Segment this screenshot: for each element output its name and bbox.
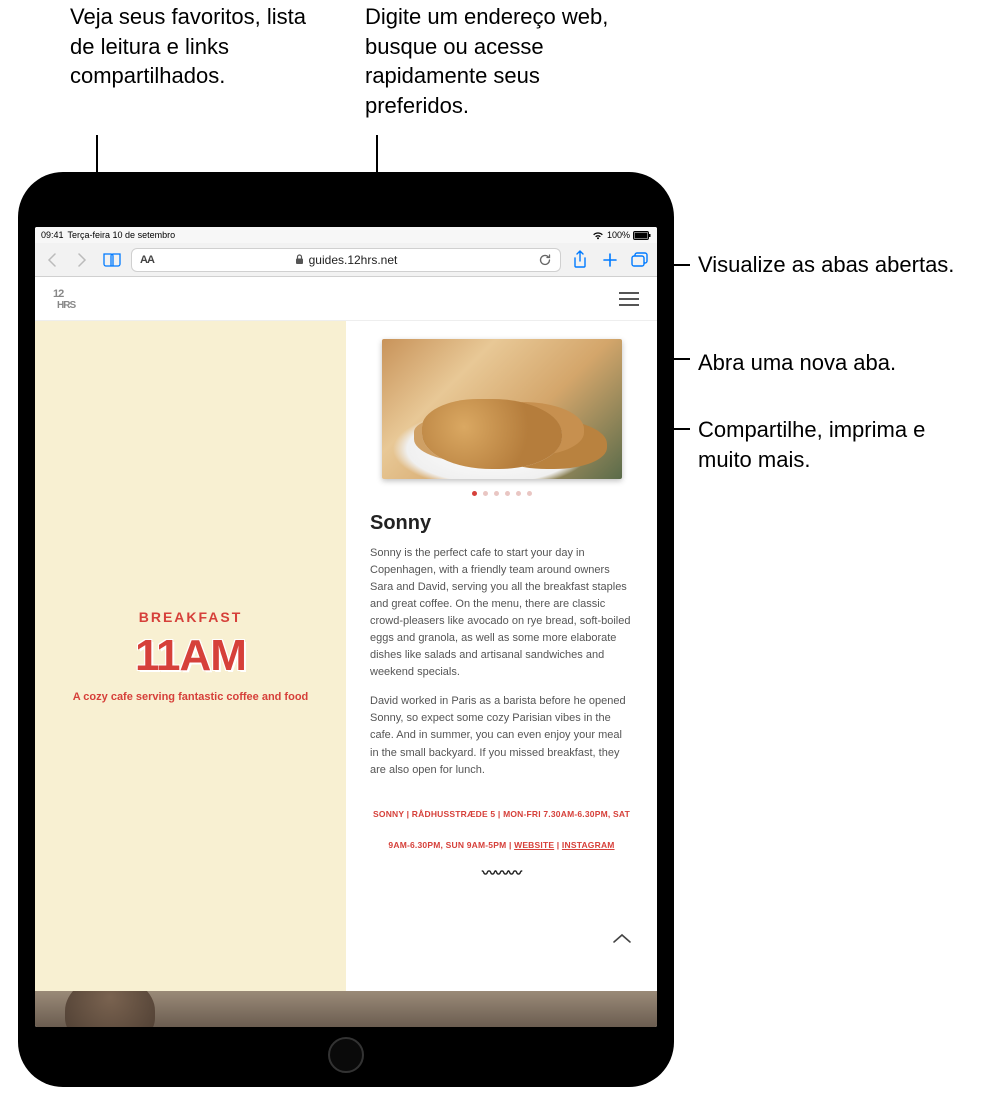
article-title: Sonny — [370, 512, 633, 535]
callout-address: Digite um endereço web, busque ou acesse… — [365, 2, 625, 121]
new-tab-button[interactable] — [599, 249, 621, 271]
bookmarks-button[interactable] — [101, 249, 123, 271]
instagram-link[interactable]: INSTAGRAM — [562, 840, 615, 850]
venue-info-line-1: SONNY | RÅDHUSSTRÆDE 5 | MON-FRI 7.30AM-… — [370, 809, 633, 819]
page-body: BREAKFAST 11AM A cozy cafe serving fanta… — [35, 321, 657, 991]
battery-icon — [633, 231, 651, 240]
scroll-top-button[interactable] — [609, 925, 635, 951]
forward-button[interactable] — [71, 249, 93, 271]
svg-text:HRS: HRS — [57, 300, 76, 311]
hero-time: 11AM — [135, 631, 246, 681]
site-logo[interactable]: 12HRS — [53, 287, 81, 311]
hero-left-panel: BREAKFAST 11AM A cozy cafe serving fanta… — [35, 321, 346, 991]
tabs-button[interactable] — [629, 249, 651, 271]
webpage-content: 12HRS BREAKFAST 11AM A cozy cafe serving… — [35, 277, 657, 1027]
info-sep: | — [554, 840, 562, 850]
address-bar[interactable]: AA guides.12hrs.net — [131, 248, 561, 272]
lock-icon — [295, 254, 304, 265]
site-header: 12HRS — [35, 277, 657, 321]
back-button[interactable] — [41, 249, 63, 271]
carousel-dot[interactable] — [472, 491, 477, 496]
menu-button[interactable] — [619, 292, 639, 306]
info-prefix: 9AM-6.30PM, SUN 9AM-5PM | — [388, 840, 514, 850]
share-button[interactable] — [569, 249, 591, 271]
svg-text:12: 12 — [53, 288, 64, 300]
hero-subtitle: A cozy cafe serving fantastic coffee and… — [73, 691, 309, 703]
callout-newtab: Abra uma nova aba. — [698, 348, 978, 378]
reader-aa-button[interactable]: AA — [140, 254, 154, 266]
carousel-dot[interactable] — [483, 491, 488, 496]
wifi-icon — [592, 231, 604, 240]
carousel-dot[interactable] — [527, 491, 532, 496]
battery-percent: 100% — [607, 230, 630, 240]
wave-separator: 〰〰〰 — [370, 863, 633, 883]
callout-share: Compartilhe, imprima e muito mais. — [698, 415, 978, 474]
carousel-dot[interactable] — [505, 491, 510, 496]
home-button[interactable] — [328, 1037, 364, 1073]
carousel-dots[interactable] — [370, 491, 633, 496]
url-text: guides.12hrs.net — [309, 253, 398, 267]
callout-tabs: Visualize as abas abertas. — [698, 250, 958, 280]
next-section-preview — [35, 991, 657, 1027]
article-paragraph: Sonny is the perfect cafe to start your … — [370, 545, 633, 681]
status-bar: 09:41 Terça-feira 10 de setembro 100% — [35, 227, 657, 243]
ipad-device-frame: 09:41 Terça-feira 10 de setembro 100% — [18, 172, 674, 1087]
status-date: Terça-feira 10 de setembro — [68, 230, 176, 240]
article-panel: Sonny Sonny is the perfect cafe to start… — [346, 321, 657, 991]
reload-button[interactable] — [538, 253, 552, 267]
safari-toolbar: AA guides.12hrs.net — [35, 243, 657, 277]
hero-image[interactable] — [382, 339, 622, 479]
status-time: 09:41 — [41, 230, 64, 240]
website-link[interactable]: WEBSITE — [514, 840, 554, 850]
carousel-dot[interactable] — [494, 491, 499, 496]
carousel-dot[interactable] — [516, 491, 521, 496]
ipad-screen: 09:41 Terça-feira 10 de setembro 100% — [35, 227, 657, 1027]
article-paragraph: David worked in Paris as a barista befor… — [370, 693, 633, 778]
callout-bookmarks: Veja seus favoritos, lista de leitura e … — [70, 2, 310, 91]
hero-eyebrow: BREAKFAST — [139, 609, 243, 625]
venue-info-line-2: 9AM-6.30PM, SUN 9AM-5PM | WEBSITE | INST… — [370, 840, 633, 850]
